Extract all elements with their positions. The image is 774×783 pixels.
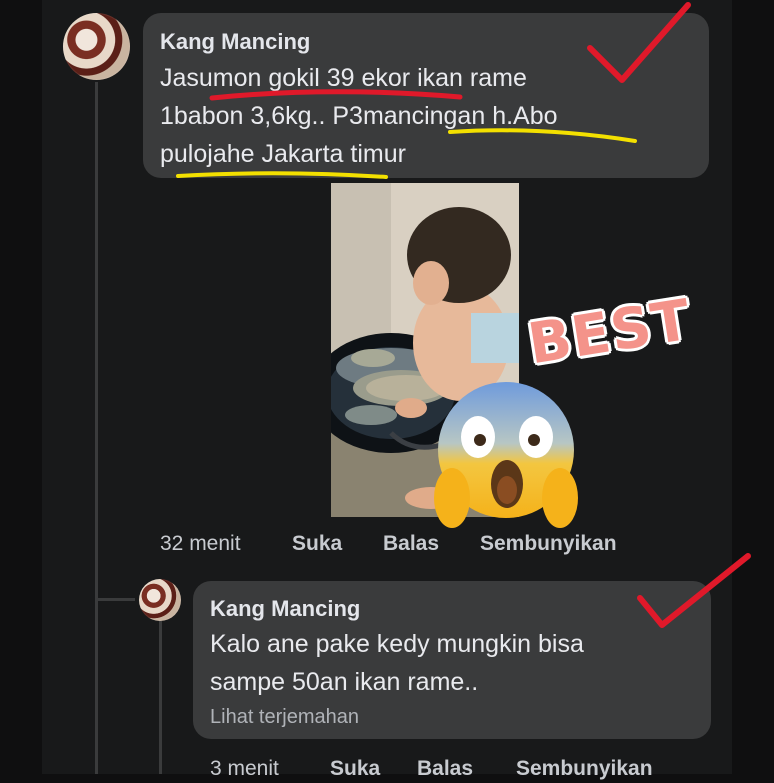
comment-text-line: Jasumon gokil 39 ekor ikan rame (160, 64, 527, 92)
like-button[interactable]: Suka (292, 532, 342, 556)
comment-author[interactable]: Kang Mancing (210, 596, 360, 622)
reply-thread-line (159, 620, 162, 774)
comment-text-line: pulojahe Jakarta timur (160, 140, 406, 168)
reply-button[interactable]: Balas (417, 757, 473, 781)
comment-actions: 32 menit Suka Balas Sembunyikan (160, 532, 680, 558)
thread-line (95, 82, 98, 774)
like-button[interactable]: Suka (330, 757, 380, 781)
avatar[interactable] (63, 13, 130, 80)
hide-button[interactable]: Sembunyikan (516, 757, 653, 781)
avatar[interactable] (139, 579, 181, 621)
reply-button[interactable]: Balas (383, 532, 439, 556)
comment-text-line: 1babon 3,6kg.. P3mancingan h.Abo (160, 102, 558, 130)
comment-time: 3 menit (210, 757, 279, 780)
comment-author[interactable]: Kang Mancing (160, 29, 310, 55)
comment-actions: 3 menit Suka Balas Sembunyikan (210, 757, 690, 783)
comment-text-line: Kalo ane pake kedy mungkin bisa (210, 630, 584, 658)
comment-time: 32 menit (160, 532, 241, 555)
hide-button[interactable]: Sembunyikan (480, 532, 617, 556)
comment-photo[interactable] (331, 183, 519, 517)
thread-line-branch (95, 598, 135, 601)
see-translation-link[interactable]: Lihat terjemahan (210, 706, 359, 729)
comment-text-line: sampe 50an ikan rame.. (210, 668, 479, 696)
photo-child-with-fish (331, 183, 519, 517)
